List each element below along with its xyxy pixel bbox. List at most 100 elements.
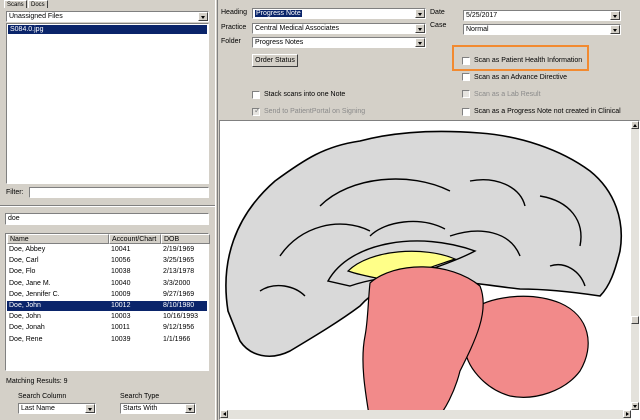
cell-account: 10056 (111, 257, 131, 265)
scroll-left-icon[interactable] (220, 410, 228, 418)
cell-name: Doe, Jane M. (9, 279, 51, 287)
search-type-label: Search Type (120, 393, 160, 400)
search-column-label: Search Column (18, 393, 67, 400)
cell-dob: 3/25/1965 (163, 257, 195, 265)
cell-account: 10041 (111, 246, 131, 253)
cell-dob: 8/10/1980 (163, 302, 195, 309)
column-header-dob[interactable]: DOB (161, 234, 210, 244)
chevron-down-icon[interactable] (415, 9, 425, 18)
case-label: Case (430, 22, 447, 29)
date-label: Date (430, 9, 445, 16)
cell-dob: 3/3/2000 (163, 279, 191, 287)
column-header-name[interactable]: Name (7, 234, 109, 244)
folder-label: Folder (221, 38, 241, 45)
chevron-down-icon[interactable] (415, 38, 425, 47)
filter-input[interactable] (29, 187, 209, 198)
cell-account: 10003 (111, 313, 131, 321)
table-row[interactable]: Doe, John 10012 8/10/1980 (7, 301, 207, 312)
send-portal-label: Send to PatientPortal on Signing (264, 108, 366, 115)
cell-name: Doe, Jennifer C. (9, 290, 60, 298)
folder-select-value: Unassigned Files (9, 13, 63, 20)
cell-account: 10009 (111, 290, 131, 298)
cell-name: Doe, Rene (9, 335, 43, 343)
brain-stem (362, 266, 484, 411)
table-row[interactable]: Doe, Abbey 10041 2/19/1969 (7, 245, 207, 255)
chevron-down-icon[interactable] (185, 404, 195, 413)
scan-advance-checkbox[interactable] (462, 73, 470, 81)
brain-cerebellum (464, 295, 589, 398)
scan-progress-label: Scan as a Progress Note not created in C… (474, 108, 621, 115)
cell-dob: 2/19/1969 (163, 246, 195, 253)
cell-name: Doe, John (9, 313, 41, 321)
scroll-right-icon[interactable] (623, 410, 631, 418)
cell-dob: 2/13/1978 (163, 268, 195, 276)
table-row[interactable]: Doe, John 10003 10/16/1993 (7, 312, 207, 322)
left-panel: Scans Docs Unassigned Files S084.0.jpg F… (0, 0, 215, 420)
cell-name: Doe, Abbey (9, 246, 46, 253)
table-row[interactable]: Doe, Jonah 10011 9/12/1956 (7, 323, 207, 333)
scan-advance-label: Scan as an Advance Directive (474, 74, 567, 81)
cell-account: 10011 (111, 324, 130, 332)
patient-table[interactable]: Name Account/Chart DOB Doe, Abbey 10041 2/… (5, 233, 210, 371)
tab-docs[interactable]: Docs (28, 0, 48, 8)
heading-select[interactable]: Progress Note (252, 8, 426, 19)
note-folder-select[interactable]: Progress Notes (252, 37, 426, 48)
table-row[interactable]: Doe, Rene 10039 1/1/1966 (7, 335, 207, 345)
cell-dob: 10/16/1993 (163, 313, 199, 321)
search-type-select[interactable]: Starts With (120, 403, 196, 414)
cell-account: 10040 (111, 279, 131, 287)
stack-scans-label: Stack scans into one Note (264, 91, 346, 98)
cell-name: Doe, John (9, 302, 41, 309)
scan-lab-checkbox (462, 90, 470, 98)
divider (0, 205, 215, 207)
case-select[interactable]: Normal (463, 24, 621, 35)
practice-select[interactable]: Central Medical Associates (252, 23, 426, 34)
cell-name: Doe, Jonah (9, 324, 45, 332)
chevron-down-icon[interactable] (610, 11, 620, 20)
scan-progress-checkbox[interactable] (462, 108, 470, 116)
column-header-account[interactable]: Account/Chart (109, 234, 161, 244)
table-row[interactable]: Doe, Jennifer C. 10009 9/27/1969 (7, 290, 207, 300)
cell-dob: 1/1/1966 (163, 335, 191, 343)
chevron-down-icon[interactable] (415, 24, 425, 33)
stack-scans-checkbox[interactable] (252, 91, 260, 99)
heading-label: Heading (221, 9, 248, 16)
cell-dob: 9/12/1956 (163, 324, 195, 332)
table-row[interactable]: Doe, Flo 10038 2/13/1978 (7, 267, 207, 277)
matching-results: Matching Results: 9 (6, 378, 68, 385)
cell-account: 10038 (111, 268, 131, 276)
practice-label: Practice (221, 24, 247, 31)
filter-label: Filter: (6, 189, 24, 196)
tab-scans[interactable]: Scans (4, 0, 27, 8)
patient-search-input[interactable]: doe (5, 213, 209, 225)
cell-name: Doe, Flo (9, 268, 36, 276)
table-row[interactable]: Doe, Carl 10056 3/25/1965 (7, 256, 207, 266)
tab-strip: Scans Docs (4, 0, 104, 8)
table-row[interactable]: Doe, Jane M. 10040 3/3/2000 (7, 279, 207, 289)
table-header: Name Account/Chart DOB (7, 234, 210, 244)
scroll-up-icon[interactable] (631, 121, 639, 129)
cell-name: Doe, Carl (9, 257, 39, 265)
vertical-scrollbar[interactable] (631, 121, 639, 410)
chevron-down-icon[interactable] (610, 25, 620, 34)
cell-dob: 9/27/1969 (163, 290, 195, 298)
order-status-button[interactable]: Order Status (252, 54, 298, 67)
chevron-down-icon[interactable] (198, 12, 208, 21)
file-list-item[interactable]: S084.0.jpg (8, 25, 207, 34)
scan-lab-label: Scan as a Lab Result (474, 91, 541, 98)
file-list[interactable]: S084.0.jpg (6, 23, 209, 184)
date-field[interactable]: 5/25/2017 (463, 10, 621, 21)
note-form: Heading Progress Note Practice Central M… (218, 0, 640, 120)
folder-select[interactable]: Unassigned Files (6, 11, 209, 22)
check-icon: ✓ (254, 106, 261, 115)
brain-scan-image (225, 130, 622, 411)
chevron-down-icon[interactable] (85, 404, 95, 413)
highlight-box (452, 45, 589, 71)
scroll-down-icon[interactable] (631, 402, 639, 410)
cell-account: 10012 (111, 302, 131, 309)
search-column-select[interactable]: Last Name (18, 403, 96, 414)
scan-preview[interactable] (219, 120, 640, 420)
horizontal-scrollbar[interactable] (220, 410, 631, 419)
scroll-thumb[interactable] (631, 316, 639, 324)
cell-account: 10039 (111, 335, 131, 343)
